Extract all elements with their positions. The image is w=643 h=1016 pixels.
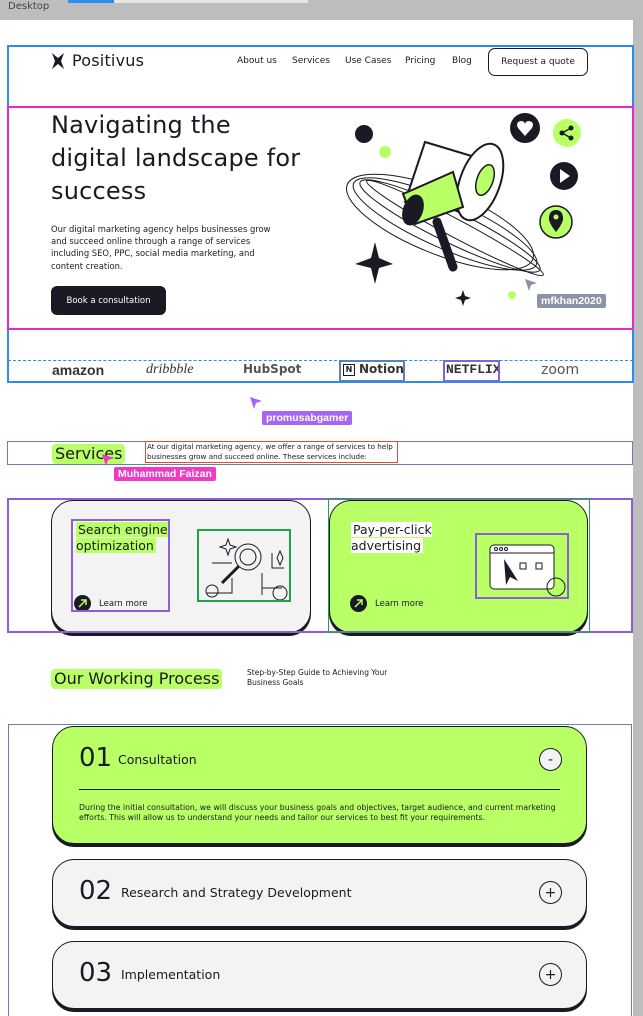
service-card-seo[interactable]: Search engine optimization Learn more [51, 500, 311, 633]
collaborator-cursor-icon [525, 279, 537, 291]
collaborator-cursor-icon [250, 397, 262, 409]
collaborator-tag: Muhammad Faizan [114, 467, 216, 481]
logo-text: Positivus [72, 51, 145, 70]
process-title: Our Working Process [51, 669, 223, 689]
expand-toggle-button[interactable]: + [539, 881, 562, 904]
expand-toggle-button[interactable]: + [539, 963, 562, 986]
brand-notion-selection [339, 360, 405, 382]
process-step-01[interactable]: 01 Consultation - During the initial con… [52, 726, 587, 844]
process-subtitle: Step-by-Step Guide to Achieving Your Bus… [247, 668, 388, 687]
service-card-title: Search engine optimization [76, 522, 168, 553]
brand-zoom: zoom [541, 362, 580, 378]
step-number: 03 [79, 958, 113, 988]
step-title: Consultation [118, 752, 197, 767]
collapse-toggle-button[interactable]: - [539, 748, 562, 771]
step-title: Implementation [121, 967, 221, 982]
nav-use-cases[interactable]: Use Cases [345, 56, 391, 66]
canvas-tab[interactable] [114, 0, 308, 3]
logo[interactable]: Positivus [50, 51, 144, 70]
brand-amazon: amazon [52, 362, 105, 378]
process-step-02[interactable]: 02 Research and Strategy Development + [52, 859, 587, 927]
collaborator-cursor-icon [102, 454, 114, 466]
step-title: Research and Strategy Development [121, 885, 352, 900]
nav-pricing[interactable]: Pricing [405, 56, 435, 66]
service-card-ppc[interactable]: Pay-per-click advertising Learn more [329, 500, 588, 633]
book-consultation-button[interactable]: Book a consultation [51, 286, 166, 315]
arrow-icon [350, 595, 367, 612]
learn-more-label: Learn more [99, 598, 148, 609]
learn-more-link[interactable]: Learn more [350, 595, 423, 612]
learn-more-link[interactable]: Learn more [74, 595, 147, 612]
arrow-icon [74, 595, 91, 612]
step-number: 01 [79, 743, 113, 773]
hero-title: Navigating the digital landscape for suc… [51, 111, 301, 205]
request-quote-button[interactable]: Request a quote [488, 48, 588, 76]
service-card-title: Pay-per-click advertising [351, 522, 432, 553]
step-number: 02 [79, 876, 113, 906]
step-body: During the initial consultation, we will… [79, 803, 556, 823]
step-divider [79, 789, 560, 790]
services-description: At our digital marketing agency, we offe… [147, 442, 393, 461]
seo-illustration [205, 537, 288, 601]
canvas-tab-active[interactable] [68, 0, 114, 3]
canvas-label: Desktop [8, 1, 50, 12]
nav-services[interactable]: Services [292, 56, 330, 66]
brand-hubspot: HubSpot [243, 362, 302, 376]
brand-netflix-selection [443, 360, 500, 382]
ppc-illustration [489, 544, 566, 597]
nav-blog[interactable]: Blog [452, 56, 472, 66]
learn-more-label: Learn more [375, 598, 424, 609]
brand-dribbble: dribbble [146, 362, 194, 377]
collaborator-tag: mfkhan2020 [537, 294, 606, 308]
hero-description: Our digital marketing agency helps busin… [51, 224, 271, 271]
collaborator-tag: promusabgamer [262, 411, 353, 425]
nav-about[interactable]: About us [237, 56, 277, 66]
logo-star-icon [52, 52, 64, 69]
megaphone-illustration [346, 113, 581, 306]
process-step-03[interactable]: 03 Implementation + [52, 941, 587, 1009]
